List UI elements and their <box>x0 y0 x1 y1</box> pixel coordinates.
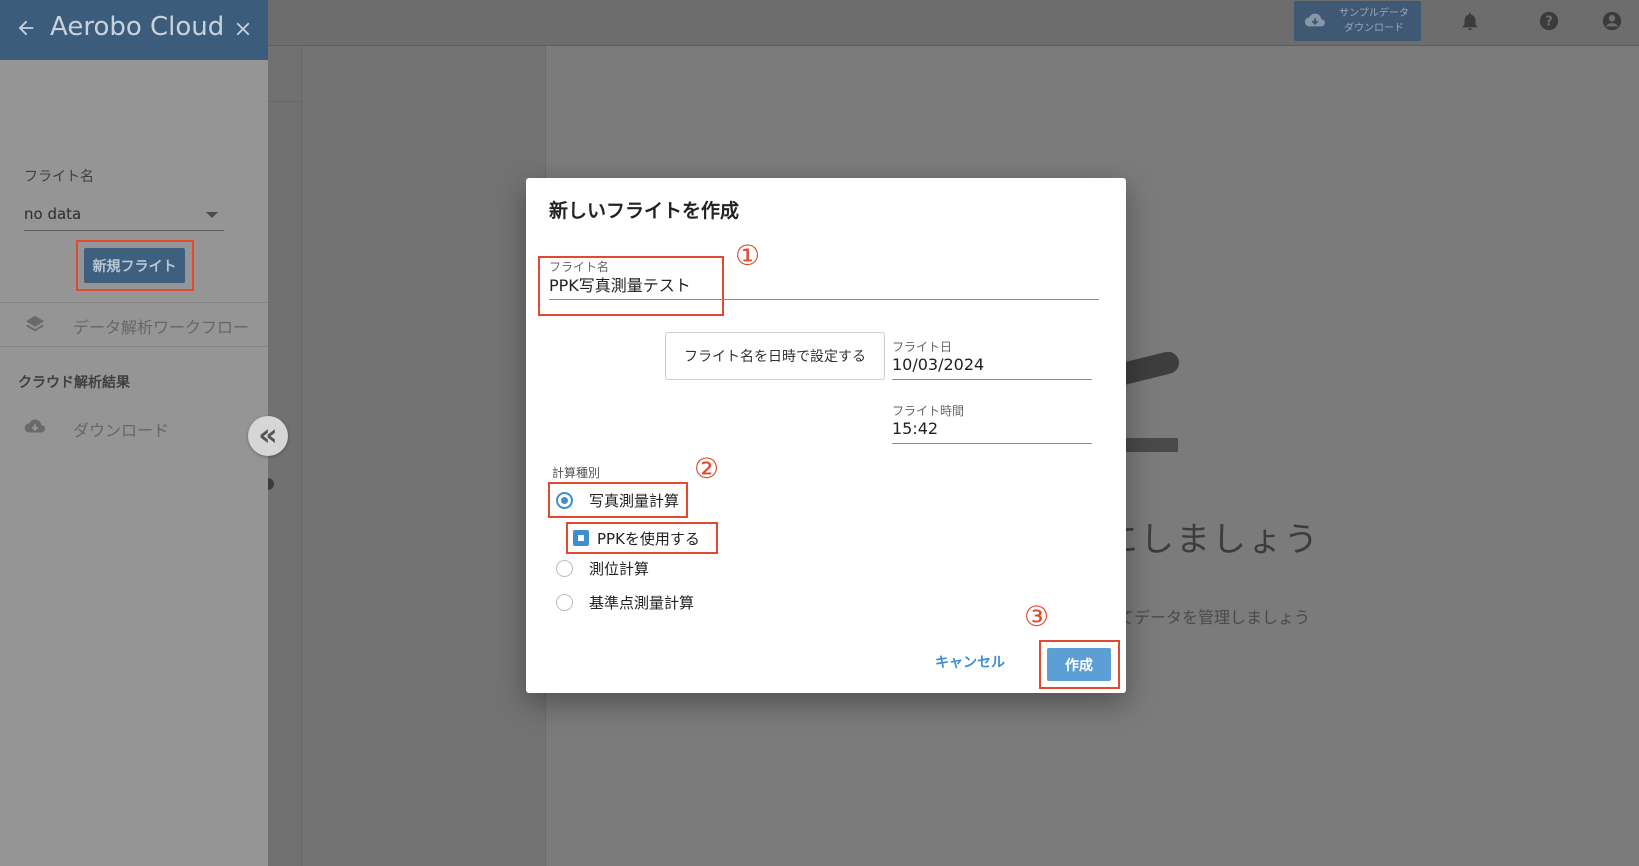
radio-button-checked[interactable] <box>556 491 573 509</box>
arrow-back-icon[interactable] <box>15 17 37 39</box>
double-chevron-left-icon: « <box>258 418 278 453</box>
flight-date-label: フライト日 <box>892 340 953 354</box>
flight-name-label: フライト名 <box>24 169 94 185</box>
cloud-results-heading: クラウド解析結果 <box>18 375 130 391</box>
use-ppk-checkbox[interactable] <box>573 530 589 546</box>
svg-text:?: ? <box>1545 15 1552 30</box>
sample-data-download-button[interactable]: サンプルデータ ダウンロード <box>1294 1 1421 41</box>
set-name-by-datetime-button[interactable]: フライト名を日時で設定する <box>665 332 885 380</box>
radio-control-point[interactable]: 基準点測量計算 <box>556 589 694 615</box>
cancel-button[interactable]: キャンセル <box>935 652 1005 672</box>
create-highlight: 作成 <box>1039 640 1120 689</box>
empty-state-heading: にしましょう <box>1104 520 1320 560</box>
divider <box>0 346 268 347</box>
create-flight-dialog: 新しいフライトを作成 ① フライト名 PPK写真測量テスト フライト名を日時で設… <box>526 178 1126 693</box>
sidebar-item-label: ダウンロード <box>73 421 170 440</box>
close-icon[interactable] <box>232 18 254 40</box>
flight-time-label: フライト時間 <box>892 404 965 418</box>
sample-button-line2: ダウンロード <box>1344 23 1404 34</box>
radio-button[interactable] <box>556 559 573 577</box>
sample-button-line1: サンプルデータ <box>1339 8 1409 19</box>
account-icon[interactable] <box>1601 10 1623 32</box>
radio-label: 基準点測量計算 <box>589 593 695 612</box>
flight-date-field[interactable]: フライト日 10/03/2024 <box>892 338 1092 380</box>
bell-icon[interactable] <box>1459 10 1481 32</box>
radio-positioning[interactable]: 測位計算 <box>556 555 649 581</box>
dialog-title: 新しいフライトを作成 <box>549 200 740 222</box>
cloud-download-icon <box>24 419 46 433</box>
flight-select-value: no data <box>24 205 82 223</box>
step-badge-3: ③ <box>1024 600 1050 633</box>
radio-button[interactable] <box>556 593 573 611</box>
sidebar-item-download[interactable]: ダウンロード <box>0 407 268 447</box>
step-badge-2: ② <box>694 452 720 485</box>
flight-time-input[interactable]: 15:42 <box>892 419 938 438</box>
radio-label: 測位計算 <box>589 559 650 578</box>
chevron-down-icon <box>206 212 218 218</box>
empty-state-illustration-bar <box>1118 438 1178 452</box>
cloud-download-icon <box>1304 13 1325 27</box>
sidebar-item-workflow[interactable]: データ解析ワークフロー <box>0 304 268 344</box>
sidebar: Aerobo Cloud フライト名 no data 新規フライト データ解析ワ… <box>0 0 268 866</box>
calc-type-label: 計算種別 <box>552 466 601 480</box>
divider <box>0 302 268 303</box>
flight-name-field[interactable]: フライト名 PPK写真測量テスト <box>549 258 1099 300</box>
empty-state-subtext: てデータを管理しましょう <box>1118 608 1311 627</box>
flight-date-input[interactable]: 10/03/2024 <box>892 355 984 374</box>
new-flight-highlight: 新規フライト <box>76 240 194 291</box>
use-ppk-checkbox-row[interactable]: PPKを使用する <box>573 525 700 551</box>
sidebar-header: Aerobo Cloud <box>0 0 268 60</box>
secondary-panel <box>268 46 302 866</box>
create-button[interactable]: 作成 <box>1047 648 1111 681</box>
collapse-sidebar-button[interactable]: « <box>248 416 288 456</box>
radio-label: 写真測量計算 <box>589 491 680 510</box>
app-title: Aerobo Cloud <box>50 12 225 42</box>
flight-name-input[interactable]: PPK写真測量テスト <box>549 272 691 296</box>
checkbox-label: PPKを使用する <box>597 529 700 548</box>
flight-select[interactable]: no data <box>24 205 224 231</box>
new-flight-button[interactable]: 新規フライト <box>84 248 185 283</box>
list-panel <box>302 46 546 866</box>
flight-time-field[interactable]: フライト時間 15:42 <box>892 402 1092 444</box>
sidebar-item-label: データ解析ワークフロー <box>73 318 250 337</box>
layers-icon <box>25 315 45 332</box>
help-icon[interactable]: ? <box>1538 10 1560 32</box>
radio-photogrammetry[interactable]: 写真測量計算 <box>556 487 679 513</box>
